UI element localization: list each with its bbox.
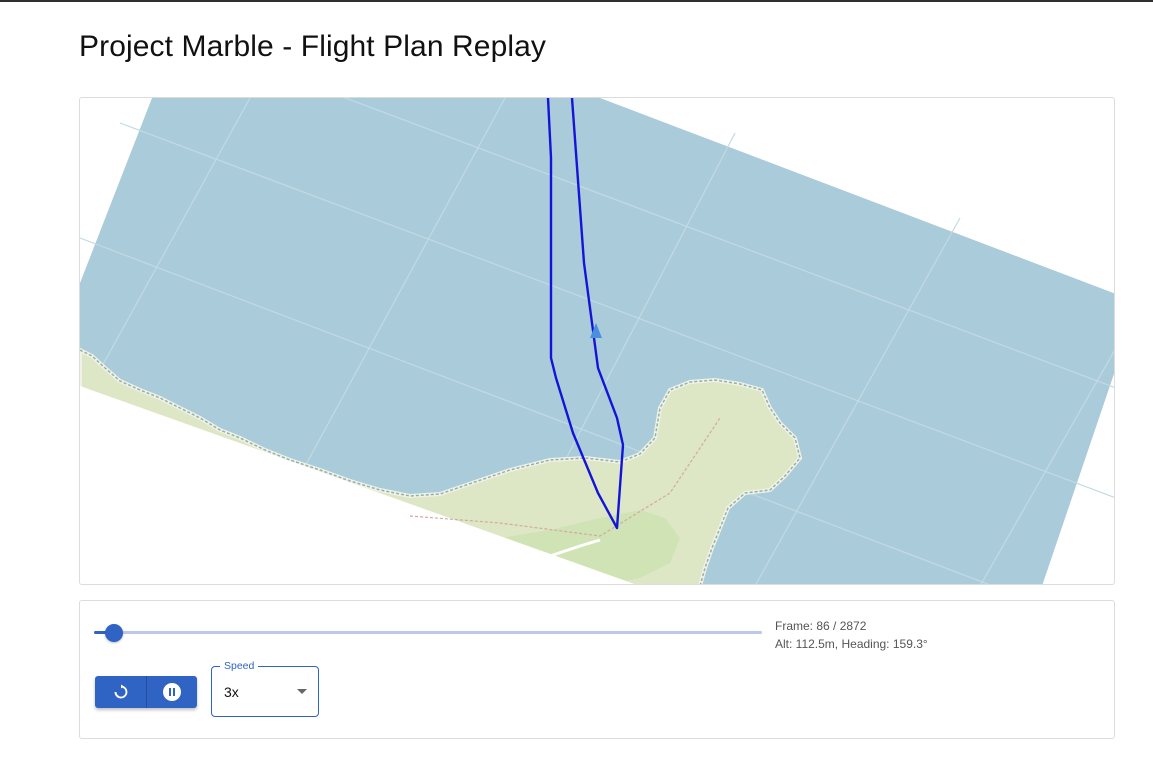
playback-controls: Frame: 86 / 2872 Alt: 112.5m, Heading: 1… bbox=[79, 600, 1115, 739]
telemetry-readout: Alt: 112.5m, Heading: 159.3° bbox=[775, 637, 928, 651]
chevron-down-icon bbox=[297, 689, 307, 694]
pause-button[interactable] bbox=[146, 676, 197, 708]
window-top-border bbox=[0, 0, 1153, 2]
pause-icon bbox=[163, 683, 181, 701]
map-view[interactable] bbox=[79, 97, 1115, 585]
speed-label: Speed bbox=[220, 660, 259, 672]
restart-button[interactable] bbox=[95, 676, 146, 708]
speed-value: 3x bbox=[224, 684, 239, 700]
frame-slider[interactable] bbox=[94, 623, 762, 643]
playback-button-group bbox=[95, 676, 197, 708]
slider-track[interactable] bbox=[94, 631, 762, 634]
frame-counter: Frame: 86 / 2872 bbox=[775, 619, 867, 633]
speed-select[interactable]: Speed 3x bbox=[211, 660, 319, 717]
frame-info: Frame: 86 / 2872 Alt: 112.5m, Heading: 1… bbox=[775, 617, 928, 653]
restart-icon bbox=[114, 684, 127, 699]
slider-thumb[interactable] bbox=[105, 624, 123, 642]
page-title: Project Marble - Flight Plan Replay bbox=[79, 30, 547, 63]
map-canvas[interactable] bbox=[80, 98, 1115, 585]
